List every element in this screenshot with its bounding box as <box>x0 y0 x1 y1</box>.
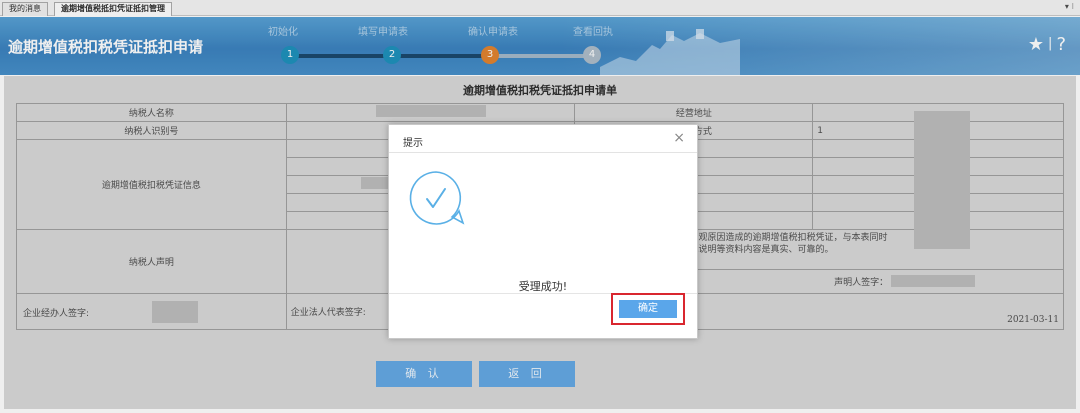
close-icon[interactable]: × <box>673 130 685 146</box>
success-dialog: 提示 × 受理成功! 确定 <box>388 124 698 339</box>
success-check-icon <box>409 171 465 225</box>
dialog-message: 受理成功! <box>518 280 568 293</box>
dialog-header: 提示 × <box>389 125 697 153</box>
ok-button[interactable]: 确定 <box>619 300 677 318</box>
dialog-title: 提示 <box>403 138 423 149</box>
ok-button-highlight: 确定 <box>611 293 685 325</box>
